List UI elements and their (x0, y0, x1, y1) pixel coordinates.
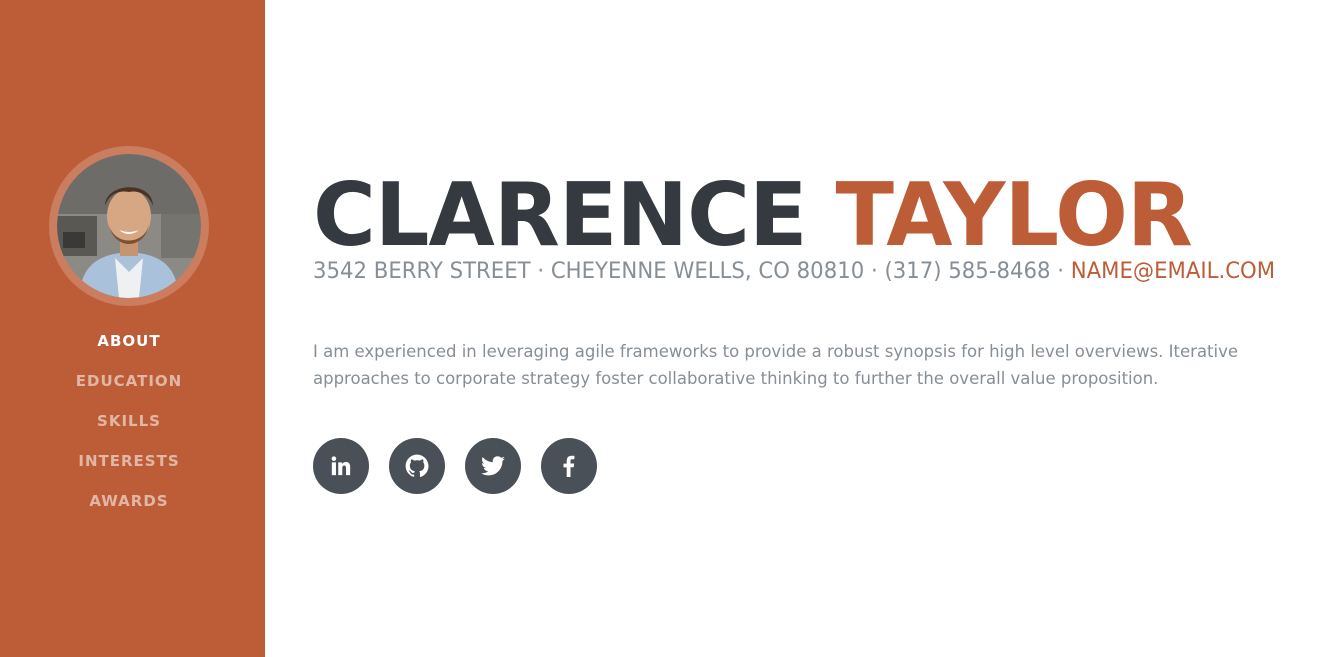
sidebar-link-education[interactable]: EDUCATION (76, 369, 182, 393)
bio-text: I am experienced in leveraging agile fra… (313, 342, 1239, 388)
last-name: TAYLOR (835, 164, 1192, 266)
github-icon (405, 454, 429, 477)
sidebar-link-about[interactable]: ABOUT (97, 329, 160, 353)
address-phone: 3542 BERRY STREET · CHEYENNE WELLS, CO 8… (313, 259, 1071, 284)
sidebar-item-about: ABOUT (0, 329, 258, 369)
sidebar: ABOUT EDUCATION SKILLS INTERESTS AWARDS (0, 0, 265, 657)
twitter-icon (481, 456, 505, 476)
sidebar-item-awards: AWARDS (0, 489, 258, 529)
sidebar-link-awards[interactable]: AWARDS (89, 489, 168, 513)
first-name: CLARENCE (313, 164, 808, 266)
github-button[interactable] (389, 438, 445, 494)
sidebar-link-skills[interactable]: SKILLS (97, 409, 161, 433)
facebook-button[interactable] (541, 438, 597, 494)
sidebar-item-education: EDUCATION (0, 369, 258, 409)
linkedin-button[interactable] (313, 438, 369, 494)
social-icons (313, 438, 597, 494)
sidebar-item-skills: SKILLS (0, 409, 258, 449)
page-title: CLARENCE TAYLOR (313, 170, 1193, 260)
avatar[interactable] (49, 146, 209, 306)
sidebar-nav: ABOUT EDUCATION SKILLS INTERESTS AWARDS (0, 329, 258, 529)
sidebar-item-interests: INTERESTS (0, 449, 258, 489)
sidebar-link-interests[interactable]: INTERESTS (78, 449, 179, 473)
contact-line: 3542 BERRY STREET · CHEYENNE WELLS, CO 8… (313, 258, 1275, 286)
facebook-icon (563, 455, 575, 477)
twitter-button[interactable] (465, 438, 521, 494)
profile-photo (57, 154, 201, 298)
linkedin-icon (331, 456, 351, 476)
email-link[interactable]: NAME@EMAIL.COM (1071, 259, 1275, 284)
